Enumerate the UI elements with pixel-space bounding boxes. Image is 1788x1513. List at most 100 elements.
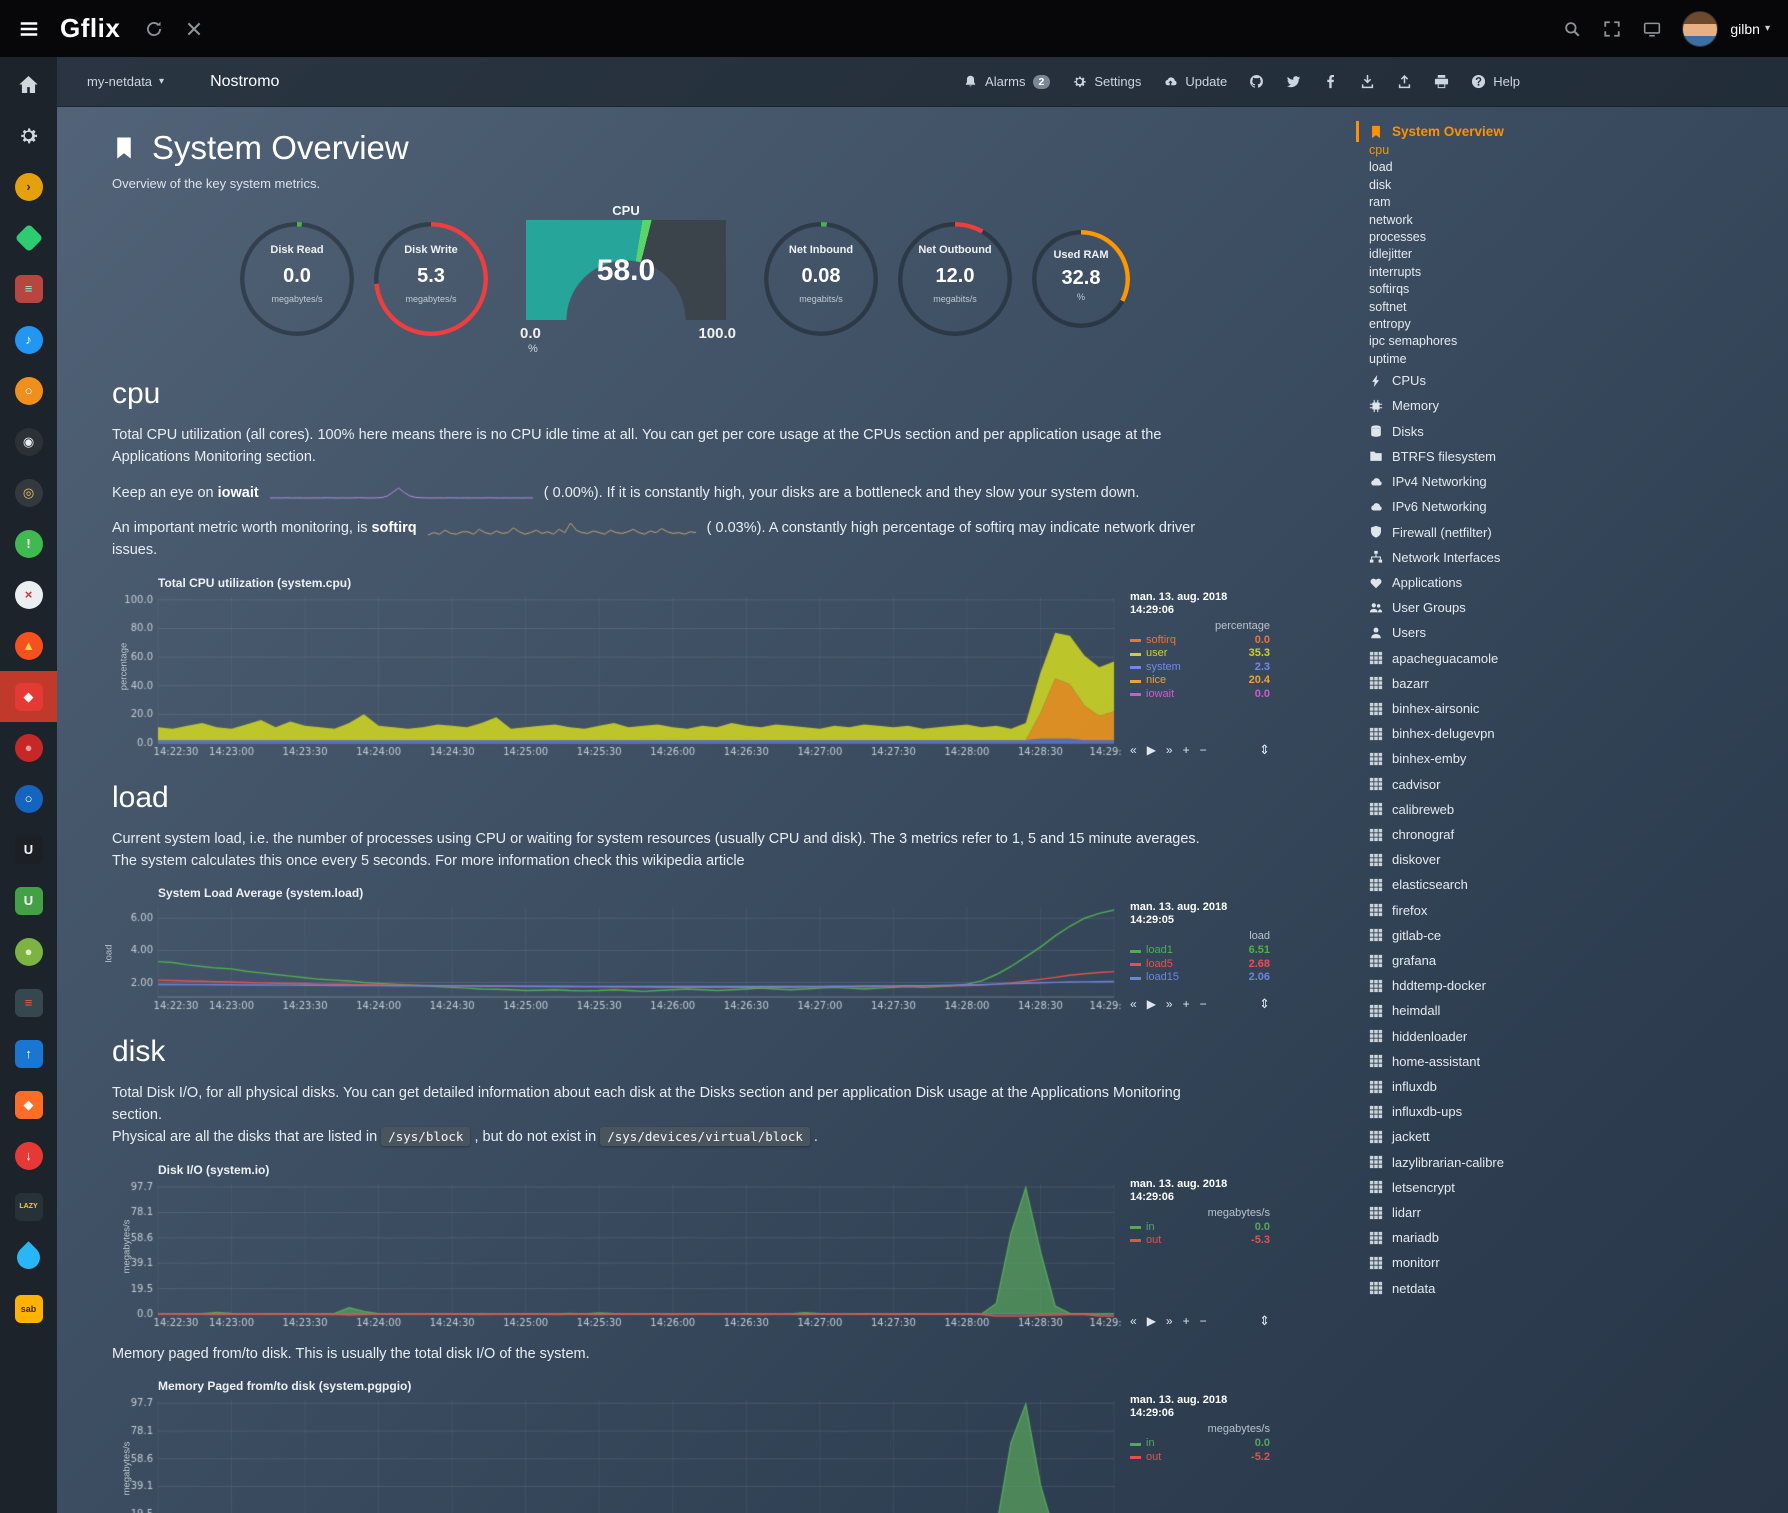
- menu-container-item[interactable]: diskover: [1369, 847, 1788, 872]
- menu-sub-item[interactable]: cpu: [1369, 142, 1788, 159]
- menu-section-item[interactable]: Firewall (netfilter): [1369, 520, 1788, 545]
- sidebar-app-orange-ring[interactable]: ○: [0, 365, 57, 416]
- sidebar-app-light-tools[interactable]: ×: [0, 569, 57, 620]
- menu-sub-item[interactable]: softnet: [1369, 299, 1788, 316]
- legend-item-out[interactable]: out -5.3: [1130, 1234, 1270, 1248]
- settings-button[interactable]: Settings: [1072, 74, 1141, 89]
- sidebar-app-dark-round[interactable]: ◉: [0, 416, 57, 467]
- chart-controls[interactable]: « ▶ » + − ⇕: [1130, 1313, 1270, 1330]
- chart-pan-forward-icon[interactable]: »: [1166, 997, 1173, 1011]
- menu-container-item[interactable]: binhex-emby: [1369, 746, 1788, 771]
- legend-item-system[interactable]: system 2.3: [1130, 661, 1270, 675]
- sidebar-app-berry[interactable]: ●: [0, 722, 57, 773]
- menu-container-item[interactable]: calibreweb: [1369, 797, 1788, 822]
- sidebar-app-plex[interactable]: ›: [0, 161, 57, 212]
- softirq-sparkline[interactable]: [427, 520, 697, 537]
- legend-item-in[interactable]: in 0.0: [1130, 1437, 1270, 1451]
- menu-container-item[interactable]: binhex-delugevpn: [1369, 721, 1788, 746]
- menu-section-item[interactable]: Users: [1369, 620, 1788, 645]
- menu-section-item[interactable]: BTRFS filesystem: [1369, 444, 1788, 469]
- legend-item-load1[interactable]: load1 6.51: [1130, 944, 1270, 958]
- chart-play-icon[interactable]: ▶: [1147, 743, 1156, 757]
- sidebar-app-stripes[interactable]: ≡: [0, 977, 57, 1028]
- legend-item-load15[interactable]: load15 2.06: [1130, 971, 1270, 985]
- menu-sub-item[interactable]: softirqs: [1369, 281, 1788, 298]
- refresh-icon[interactable]: [145, 20, 163, 38]
- menu-sub-item[interactable]: interrupts: [1369, 264, 1788, 281]
- menu-container-item[interactable]: netdata: [1369, 1276, 1788, 1301]
- menu-container-item[interactable]: jackett: [1369, 1124, 1788, 1149]
- menu-sub-item[interactable]: ipc semaphores: [1369, 333, 1788, 350]
- legend-item-load5[interactable]: load5 2.68: [1130, 958, 1270, 972]
- legend-item-in[interactable]: in 0.0: [1130, 1221, 1270, 1235]
- chart-resize-handle[interactable]: ⇕: [1259, 996, 1270, 1012]
- menu-container-item[interactable]: mariadb: [1369, 1225, 1788, 1250]
- alarms-button[interactable]: Alarms 2: [963, 74, 1050, 89]
- chart-zoom-in-icon[interactable]: +: [1183, 1314, 1190, 1328]
- disk-chart-canvas[interactable]: [112, 1178, 1122, 1330]
- gauge-net-outbound[interactable]: Net Outbound 12.0 megabits/s: [898, 222, 1012, 336]
- menu-container-item[interactable]: chronograf: [1369, 822, 1788, 847]
- menu-sub-item[interactable]: load: [1369, 159, 1788, 176]
- host-selector[interactable]: my-netdata ▾: [87, 74, 164, 89]
- menu-section-item[interactable]: Applications: [1369, 570, 1788, 595]
- cpu-chart-canvas[interactable]: [112, 591, 1122, 759]
- sidebar-app-bookstack[interactable]: ≡: [0, 263, 57, 314]
- menu-section-item[interactable]: IPv4 Networking: [1369, 469, 1788, 494]
- menu-container-item[interactable]: letsencrypt: [1369, 1175, 1788, 1200]
- menu-sub-item[interactable]: processes: [1369, 229, 1788, 246]
- legend-item-iowait[interactable]: iowait 0.0: [1130, 688, 1270, 702]
- legend-item-out[interactable]: out -5.2: [1130, 1451, 1270, 1465]
- chart-play-icon[interactable]: ▶: [1147, 997, 1156, 1011]
- chart-zoom-out-icon[interactable]: −: [1200, 1314, 1207, 1328]
- chart-resize-handle[interactable]: ⇕: [1259, 742, 1270, 758]
- menu-container-item[interactable]: monitorr: [1369, 1250, 1788, 1275]
- menu-sub-item[interactable]: entropy: [1369, 316, 1788, 333]
- sidebar-app-home[interactable]: [0, 59, 57, 110]
- fullscreen-icon[interactable]: [1603, 20, 1621, 38]
- search-icon[interactable]: [1563, 20, 1581, 38]
- menu-sub-item[interactable]: uptime: [1369, 351, 1788, 368]
- gauge-disk-write[interactable]: Disk Write 5.3 megabytes/s: [374, 222, 488, 336]
- iowait-sparkline[interactable]: [269, 485, 534, 500]
- chart-pan-forward-icon[interactable]: »: [1166, 1314, 1173, 1328]
- menu-section-item[interactable]: IPv6 Networking: [1369, 494, 1788, 519]
- chart-controls[interactable]: « ▶ » + − ⇕: [1130, 742, 1270, 759]
- sidebar-app-flame[interactable]: ▲: [0, 620, 57, 671]
- menu-container-item[interactable]: binhex-airsonic: [1369, 696, 1788, 721]
- chart-zoom-out-icon[interactable]: −: [1200, 743, 1207, 757]
- menu-sub-item[interactable]: ram: [1369, 194, 1788, 211]
- close-icon[interactable]: [185, 20, 203, 38]
- legend-item-user[interactable]: user 35.3: [1130, 647, 1270, 661]
- legend-item-softirq[interactable]: softirq 0.0: [1130, 634, 1270, 648]
- gauge-used-ram[interactable]: Used RAM 32.8 %: [1032, 230, 1130, 328]
- sidebar-app-airsonic[interactable]: ♪: [0, 314, 57, 365]
- menu-container-item[interactable]: firefox: [1369, 898, 1788, 923]
- facebook-icon[interactable]: [1323, 74, 1338, 89]
- sidebar-app-lazylibrarian[interactable]: LAZY: [0, 1181, 57, 1232]
- menu-section-item[interactable]: Network Interfaces: [1369, 545, 1788, 570]
- chart-pan-back-icon[interactable]: «: [1130, 997, 1137, 1011]
- export-snapshot-icon[interactable]: [1360, 74, 1375, 89]
- menu-container-item[interactable]: bazarr: [1369, 671, 1788, 696]
- sidebar-app-gitlab[interactable]: ◆: [0, 1079, 57, 1130]
- menu-section-item[interactable]: User Groups: [1369, 595, 1788, 620]
- menu-container-item[interactable]: influxdb-ups: [1369, 1099, 1788, 1124]
- chart-zoom-out-icon[interactable]: −: [1200, 997, 1207, 1011]
- chart-controls[interactable]: « ▶ » + − ⇕: [1130, 996, 1270, 1013]
- menu-container-item[interactable]: lidarr: [1369, 1200, 1788, 1225]
- memory-paged-chart-canvas[interactable]: [112, 1394, 1122, 1513]
- chart-zoom-in-icon[interactable]: +: [1183, 743, 1190, 757]
- menu-section-item[interactable]: Memory: [1369, 393, 1788, 418]
- chart-zoom-in-icon[interactable]: +: [1183, 997, 1190, 1011]
- menu-container-item[interactable]: gitlab-ce: [1369, 923, 1788, 948]
- hamburger-menu-icon[interactable]: [18, 18, 40, 40]
- github-icon[interactable]: [1249, 74, 1264, 89]
- sidebar-app-blue-up[interactable]: ↑: [0, 1028, 57, 1079]
- sidebar-app-dark-ring[interactable]: ◎: [0, 467, 57, 518]
- gauge-net-inbound[interactable]: Net Inbound 0.08 megabits/s: [764, 222, 878, 336]
- import-snapshot-icon[interactable]: [1397, 74, 1412, 89]
- menu-container-item[interactable]: apacheguacamole: [1369, 646, 1788, 671]
- legend-item-nice[interactable]: nice 20.4: [1130, 674, 1270, 688]
- menu-item-system-overview[interactable]: System Overview: [1356, 121, 1788, 142]
